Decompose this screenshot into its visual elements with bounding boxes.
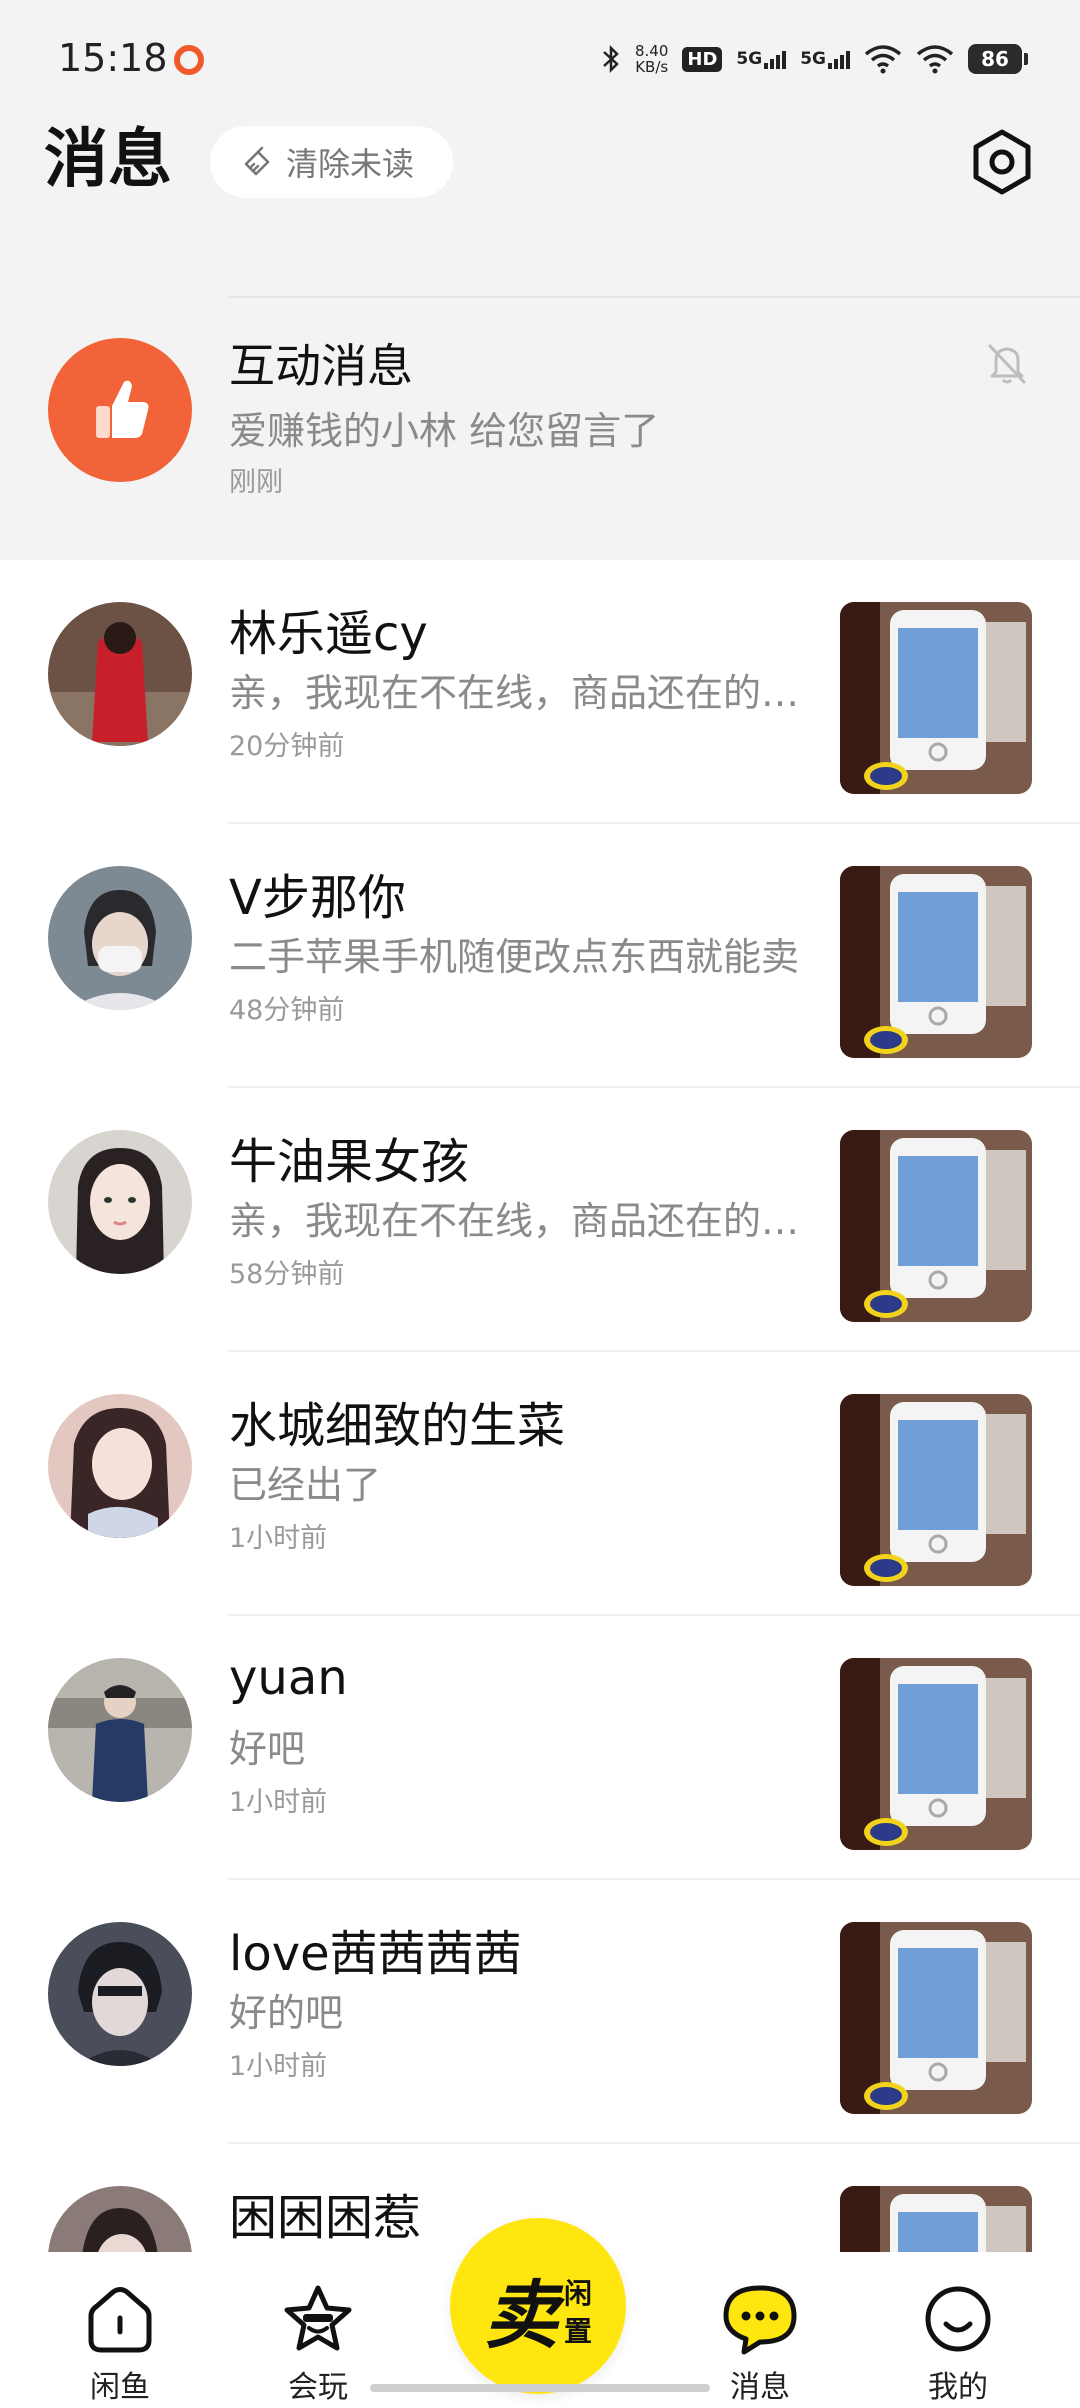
home-indicator[interactable] — [370, 2384, 710, 2392]
network-speed: 8.40 KB/s — [634, 42, 669, 76]
interaction-preview: 爱赚钱的小林 给您留言了 — [229, 409, 660, 453]
sell-small-label-2: 置 — [564, 2315, 593, 2348]
sell-idle-button[interactable]: 卖 闲 置 — [450, 2218, 626, 2394]
conversation-row[interactable]: love茜茜茜茜 好的吧 1小时前 — [0, 1880, 1080, 2144]
interaction-title: 互动消息 — [229, 339, 413, 393]
recording-dot-icon — [174, 45, 204, 75]
nav-messages-label: 消息 — [730, 2370, 790, 2405]
bluetooth-icon — [603, 44, 619, 74]
star-smile-icon — [284, 2285, 352, 2351]
product-thumbnail — [840, 1658, 1032, 1850]
nav-me[interactable]: 我的 — [898, 2282, 1018, 2406]
conversation-row[interactable]: 水城细致的生菜 已经出了 1小时前 — [0, 1352, 1080, 1616]
signal-sim2-icon: 5G — [800, 49, 850, 69]
contact-name: 困困困惹 — [229, 2190, 422, 2246]
product-thumbnail — [840, 1922, 1032, 2114]
status-bar: 15:18 8.40 KB/s HD 5G 5G 86 — [0, 0, 1080, 118]
avatar — [48, 602, 192, 746]
status-icons: 8.40 KB/s HD 5G 5G 86 — [601, 36, 1028, 82]
conversation-row[interactable]: 牛油果女孩 亲，我现在不在线，商品还在的，直接拍就行 58分钟前 — [0, 1088, 1080, 1352]
contact-name: 林乐遥cy — [229, 606, 428, 662]
thumbs-up-icon — [96, 380, 149, 438]
contact-name: V步那你 — [229, 870, 406, 926]
interaction-avatar — [48, 338, 192, 482]
product-thumbnail — [840, 1394, 1032, 1586]
wifi-icon-2 — [916, 45, 954, 74]
product-thumbnail — [840, 602, 1032, 794]
contact-name: 牛油果女孩 — [229, 1134, 470, 1190]
smile-face-icon — [925, 2286, 991, 2352]
settings-gear-icon[interactable] — [966, 126, 1038, 198]
sell-small-label-1: 闲 — [564, 2277, 593, 2310]
home-icon — [88, 2287, 152, 2353]
message-time: 58分钟前 — [229, 1259, 345, 1290]
message-preview: 好的吧 — [229, 1991, 344, 2035]
contact-name: love茜茜茜茜 — [229, 1926, 522, 1982]
conversation-row[interactable]: 林乐遥cy 亲，我现在不在线，商品还在的，直接拍就行 20分钟前 — [0, 560, 1080, 824]
hd-badge: HD — [682, 46, 723, 72]
message-time: 20分钟前 — [229, 731, 345, 762]
avatar — [48, 1658, 192, 1802]
chat-bubble-icon — [723, 2285, 797, 2355]
avatar — [48, 1130, 192, 1274]
wifi-icon — [864, 45, 902, 74]
message-preview: 已经出了 — [229, 1463, 382, 1507]
nav-home-label: 闲鱼 — [90, 2370, 150, 2405]
contact-name: yuan — [229, 1650, 348, 1706]
message-time: 1小时前 — [229, 1523, 328, 1554]
sell-big-label: 卖 — [484, 2273, 558, 2359]
conversation-row[interactable]: V步那你 二手苹果手机随便改点东西就能卖 48分钟前 — [0, 824, 1080, 1088]
status-time: 15:18 — [58, 36, 168, 80]
nav-messages[interactable]: 消息 — [700, 2282, 820, 2406]
interaction-messages-row[interactable]: 互动消息 爱赚钱的小林 给您留言了 刚刚 — [0, 300, 1080, 560]
avatar — [48, 866, 192, 1010]
message-preview: 好吧 — [229, 1727, 306, 1771]
battery-icon: 86 — [968, 44, 1028, 74]
message-preview: 亲，我现在不在线，商品还在的，直接拍就行 — [229, 671, 819, 715]
clear-unread-label: 清除未读 — [286, 145, 415, 183]
nav-home[interactable]: 闲鱼 — [60, 2282, 180, 2406]
product-thumbnail — [840, 1130, 1032, 1322]
broom-icon — [244, 146, 270, 176]
message-preview: 亲，我现在不在线，商品还在的，直接拍就行 — [229, 1199, 819, 1243]
conversation-row[interactable]: yuan 好吧 1小时前 — [0, 1616, 1080, 1880]
nav-play-label: 会玩 — [288, 2370, 348, 2405]
message-time: 48分钟前 — [229, 995, 345, 1026]
divider — [228, 296, 1080, 298]
message-time: 1小时前 — [229, 1787, 328, 1818]
clear-unread-button[interactable]: 清除未读 — [210, 126, 453, 198]
message-preview: 二手苹果手机随便改点东西就能卖 — [229, 935, 800, 979]
conversation-list: 林乐遥cy 亲，我现在不在线，商品还在的，直接拍就行 20分钟前 V步那你 二手… — [0, 560, 1080, 2408]
page-title: 消息 — [44, 123, 172, 197]
message-time: 1小时前 — [229, 2051, 328, 2082]
avatar — [48, 1394, 192, 1538]
contact-name: 水城细致的生菜 — [229, 1398, 566, 1454]
mute-bell-icon[interactable] — [982, 338, 1032, 388]
interaction-time: 刚刚 — [229, 467, 283, 498]
nav-me-label: 我的 — [928, 2370, 988, 2405]
avatar — [48, 1922, 192, 2066]
product-thumbnail — [840, 866, 1032, 1058]
signal-sim1-icon: 5G — [736, 49, 787, 69]
nav-play[interactable]: 会玩 — [258, 2282, 378, 2406]
